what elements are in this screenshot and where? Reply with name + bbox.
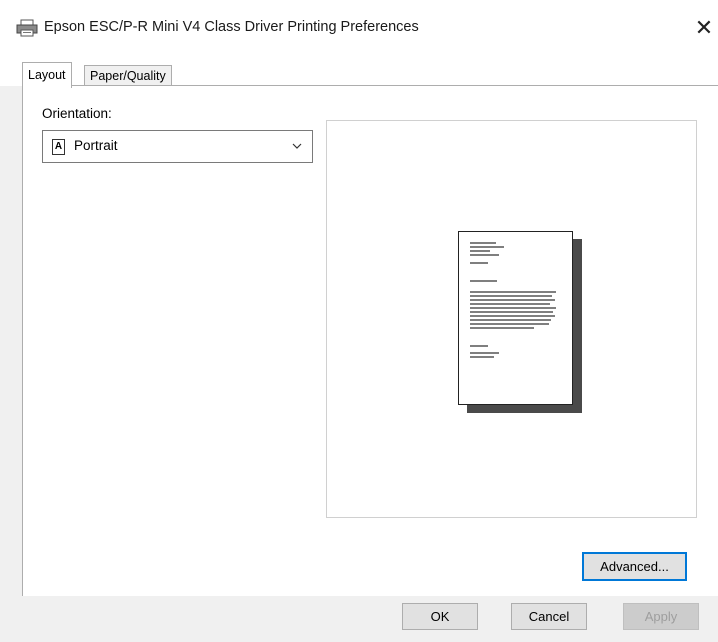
page-preview (326, 120, 697, 518)
tab-strip: Layout Paper/Quality (0, 58, 718, 88)
advanced-button[interactable]: Advanced... (582, 552, 687, 581)
chevron-down-icon (292, 143, 302, 149)
printing-preferences-dialog: Epson ESC/P-R Mini V4 Class Driver Print… (0, 0, 718, 642)
tab-paper-quality[interactable]: Paper/Quality (84, 65, 172, 86)
orientation-label: Orientation: (42, 106, 112, 121)
portrait-orientation-icon: A (52, 139, 65, 155)
orientation-dropdown[interactable]: A Portrait (42, 130, 313, 163)
ok-button[interactable]: OK (402, 603, 478, 630)
apply-button[interactable]: Apply (623, 603, 699, 630)
layout-tab-panel: Orientation: A Portrait Advanced... (22, 85, 718, 596)
orientation-value: Portrait (74, 138, 118, 153)
window-title: Epson ESC/P-R Mini V4 Class Driver Print… (44, 19, 419, 35)
portrait-page-preview-icon (458, 231, 573, 405)
cancel-button[interactable]: Cancel (511, 603, 587, 630)
printer-icon (16, 19, 38, 37)
close-button[interactable]: ✕ (690, 14, 718, 44)
title-bar: Epson ESC/P-R Mini V4 Class Driver Print… (0, 0, 718, 58)
tab-layout[interactable]: Layout (22, 62, 72, 88)
